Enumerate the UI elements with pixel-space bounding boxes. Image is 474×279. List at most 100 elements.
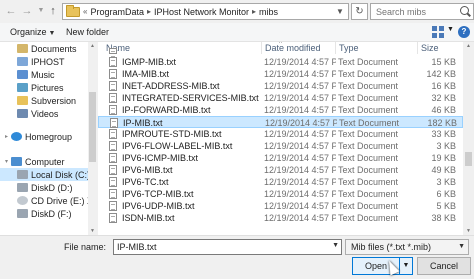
dialog-footer: File name: ▼ Mib files (*.txt *.mib) ▼ O… — [0, 235, 474, 279]
file-row[interactable]: IPV6-MIB.txt 12/19/2014 4:57 PM Text Doc… — [98, 164, 463, 176]
text-file-icon — [109, 57, 117, 67]
nav-scrollbar[interactable]: ▲ ▼ — [88, 42, 97, 235]
view-options-icon[interactable] — [432, 26, 446, 38]
organize-button[interactable]: Organize ▼ — [10, 27, 55, 37]
nav-item-music[interactable]: Music — [0, 68, 88, 81]
nav-item-videos[interactable]: Videos — [0, 107, 88, 120]
text-file-icon — [109, 201, 117, 211]
open-dropdown-button[interactable]: ▼ — [400, 257, 413, 275]
chevron-right-icon[interactable]: ▸ — [147, 7, 151, 16]
file-list-scrollbar[interactable]: ▲ ▼ — [463, 42, 474, 235]
folder-icon — [17, 96, 28, 105]
cancel-button[interactable]: Cancel — [417, 257, 471, 275]
file-row[interactable]: IGMP-MIB.txt 12/19/2014 4:57 PM Text Doc… — [98, 56, 463, 68]
file-row[interactable]: ISDN-MIB.txt 12/19/2014 4:57 PM Text Doc… — [98, 212, 463, 224]
nav-item-label: DiskD (F:) — [31, 208, 72, 219]
view-dropdown-icon[interactable]: ▼ — [447, 26, 454, 33]
file-list-scroll-thumb[interactable] — [465, 152, 472, 166]
scroll-down-icon[interactable]: ▼ — [88, 228, 97, 234]
expand-icon[interactable]: ▸ — [2, 133, 11, 140]
nav-item-documents[interactable]: Documents — [0, 42, 88, 55]
file-type-select[interactable]: Mib files (*.txt *.mib) ▼ — [345, 239, 469, 255]
file-size: 33 KB — [431, 129, 456, 139]
chevron-down-icon: ▼ — [458, 243, 465, 250]
nav-item-diskd-f[interactable]: DiskD (F:) — [0, 207, 88, 220]
file-type: Text Document — [338, 153, 399, 163]
file-row[interactable]: IPV6-UDP-MIB.txt 12/19/2014 4:57 PM Text… — [98, 200, 463, 212]
file-row[interactable]: IPV6-TCP-MIB.txt 12/19/2014 4:57 PM Text… — [98, 188, 463, 200]
refresh-icon[interactable]: ↻ — [351, 3, 368, 20]
folder-icon — [17, 57, 28, 66]
help-icon[interactable]: ? — [458, 26, 470, 38]
file-name: IPV6-ICMP-MIB.txt — [122, 153, 199, 163]
file-size: 6 KB — [436, 189, 456, 199]
address-bar[interactable]: « ProgramData ▸ IPHost Network Monitor ▸… — [62, 3, 349, 20]
nav-item-cd-drive-e[interactable]: CD Drive (E:) X16 — [0, 194, 97, 207]
nav-item-pictures[interactable]: Pictures — [0, 81, 88, 94]
nav-item-computer[interactable]: ▾ Computer — [0, 155, 88, 168]
file-row[interactable]: IPV6-TC.txt 12/19/2014 4:57 PM Text Docu… — [98, 176, 463, 188]
breadcrumb-iphost[interactable]: IPHost Network Monitor — [154, 7, 249, 17]
file-row[interactable]: INTEGRATED-SERVICES-MIB.txt 12/19/2014 4… — [98, 92, 463, 104]
forward-arrow-icon[interactable]: → — [20, 3, 34, 19]
up-arrow-icon[interactable]: ↑ — [46, 3, 60, 19]
address-dropdown-icon[interactable]: ▼ — [333, 5, 347, 18]
expand-icon[interactable]: ▾ — [2, 158, 11, 165]
file-row[interactable]: INET-ADDRESS-MIB.txt 12/19/2014 4:57 PM … — [98, 80, 463, 92]
file-date: 12/19/2014 4:57 PM — [264, 105, 336, 115]
new-folder-button[interactable]: New folder — [66, 27, 109, 37]
file-date: 12/19/2014 4:57 PM — [264, 165, 336, 175]
text-file-icon — [109, 141, 117, 151]
file-date: 12/19/2014 4:57 PM — [264, 189, 336, 199]
search-input[interactable] — [371, 4, 455, 19]
text-file-icon — [109, 153, 117, 163]
breadcrumb-mibs[interactable]: mibs — [259, 7, 278, 17]
file-name: IPV6-MIB.txt — [122, 165, 173, 175]
text-file-icon — [109, 48, 117, 57]
nav-scroll-thumb[interactable] — [89, 92, 96, 162]
file-date: 12/19/2014 4:57 PM — [264, 93, 336, 103]
back-arrow-icon[interactable]: ← — [4, 3, 18, 19]
file-name-input[interactable] — [114, 240, 314, 254]
chevron-right-icon[interactable]: ▸ — [252, 7, 256, 16]
scroll-up-icon[interactable]: ▲ — [463, 43, 474, 49]
file-row[interactable]: IMA-MIB.txt 12/19/2014 4:57 PM Text Docu… — [98, 68, 463, 80]
file-size: 142 KB — [426, 69, 456, 79]
nav-item-local-disk-c[interactable]: Local Disk (C:) — [0, 168, 91, 181]
nav-item-diskd-d[interactable]: DiskD (D:) — [0, 181, 88, 194]
chevron-down-icon: ▼ — [48, 30, 56, 37]
nav-item-label: Homegroup — [25, 131, 73, 142]
file-date: 12/19/2014 4:57 PM — [264, 129, 336, 139]
nav-item-subversion[interactable]: Subversion — [0, 94, 88, 107]
file-size: 49 KB — [431, 165, 456, 175]
scroll-down-icon[interactable]: ▼ — [463, 228, 474, 234]
file-name-combo[interactable]: ▼ — [113, 239, 342, 255]
file-row-selected[interactable]: IP-MIB.txt 12/19/2014 4:57 PM Text Docum… — [98, 116, 463, 128]
file-type: Text Document — [338, 105, 399, 115]
file-row[interactable]: IPV6-FLOW-LABEL-MIB.txt 12/19/2014 4:57 … — [98, 140, 463, 152]
file-name: IPMROUTE-STD-MIB.txt — [122, 129, 222, 139]
file-size: 38 KB — [431, 213, 456, 223]
text-file-icon — [109, 69, 117, 79]
file-type-label: Mib files (*.txt *.mib) — [351, 242, 432, 252]
text-file-icon — [109, 189, 117, 199]
navigation-pane[interactable]: Documents IPHOST Music Pictures Subversi… — [0, 42, 97, 235]
file-row[interactable]: IPMROUTE-STD-MIB.txt 12/19/2014 4:57 PM … — [98, 128, 463, 140]
nav-item-label: Computer — [25, 156, 65, 167]
file-type: Text Document — [338, 93, 399, 103]
file-date: 12/19/2014 4:57 PM — [264, 153, 336, 163]
file-type: Text Document — [338, 129, 399, 139]
file-date: 12/19/2014 4:57 PM — [264, 213, 336, 223]
nav-item-iphost[interactable]: IPHOST — [0, 55, 88, 68]
breadcrumb-programdata[interactable]: ProgramData — [90, 7, 144, 17]
breadcrumb-overflow[interactable]: « — [83, 7, 87, 16]
nav-item-label: Local Disk (C:) — [31, 169, 91, 180]
file-row[interactable]: IPV6-ICMP-MIB.txt 12/19/2014 4:57 PM Tex… — [98, 152, 463, 164]
search-box[interactable] — [370, 3, 474, 20]
scroll-up-icon[interactable]: ▲ — [88, 43, 97, 49]
nav-item-homegroup[interactable]: ▸ Homegroup — [0, 130, 88, 143]
file-list: ˄ Name Date modified Type Size IGMP-MIB.… — [98, 42, 463, 235]
chevron-down-icon[interactable]: ▼ — [332, 242, 339, 249]
text-file-icon — [109, 93, 117, 103]
file-row[interactable]: IP-FORWARD-MIB.txt 12/19/2014 4:57 PM Te… — [98, 104, 463, 116]
